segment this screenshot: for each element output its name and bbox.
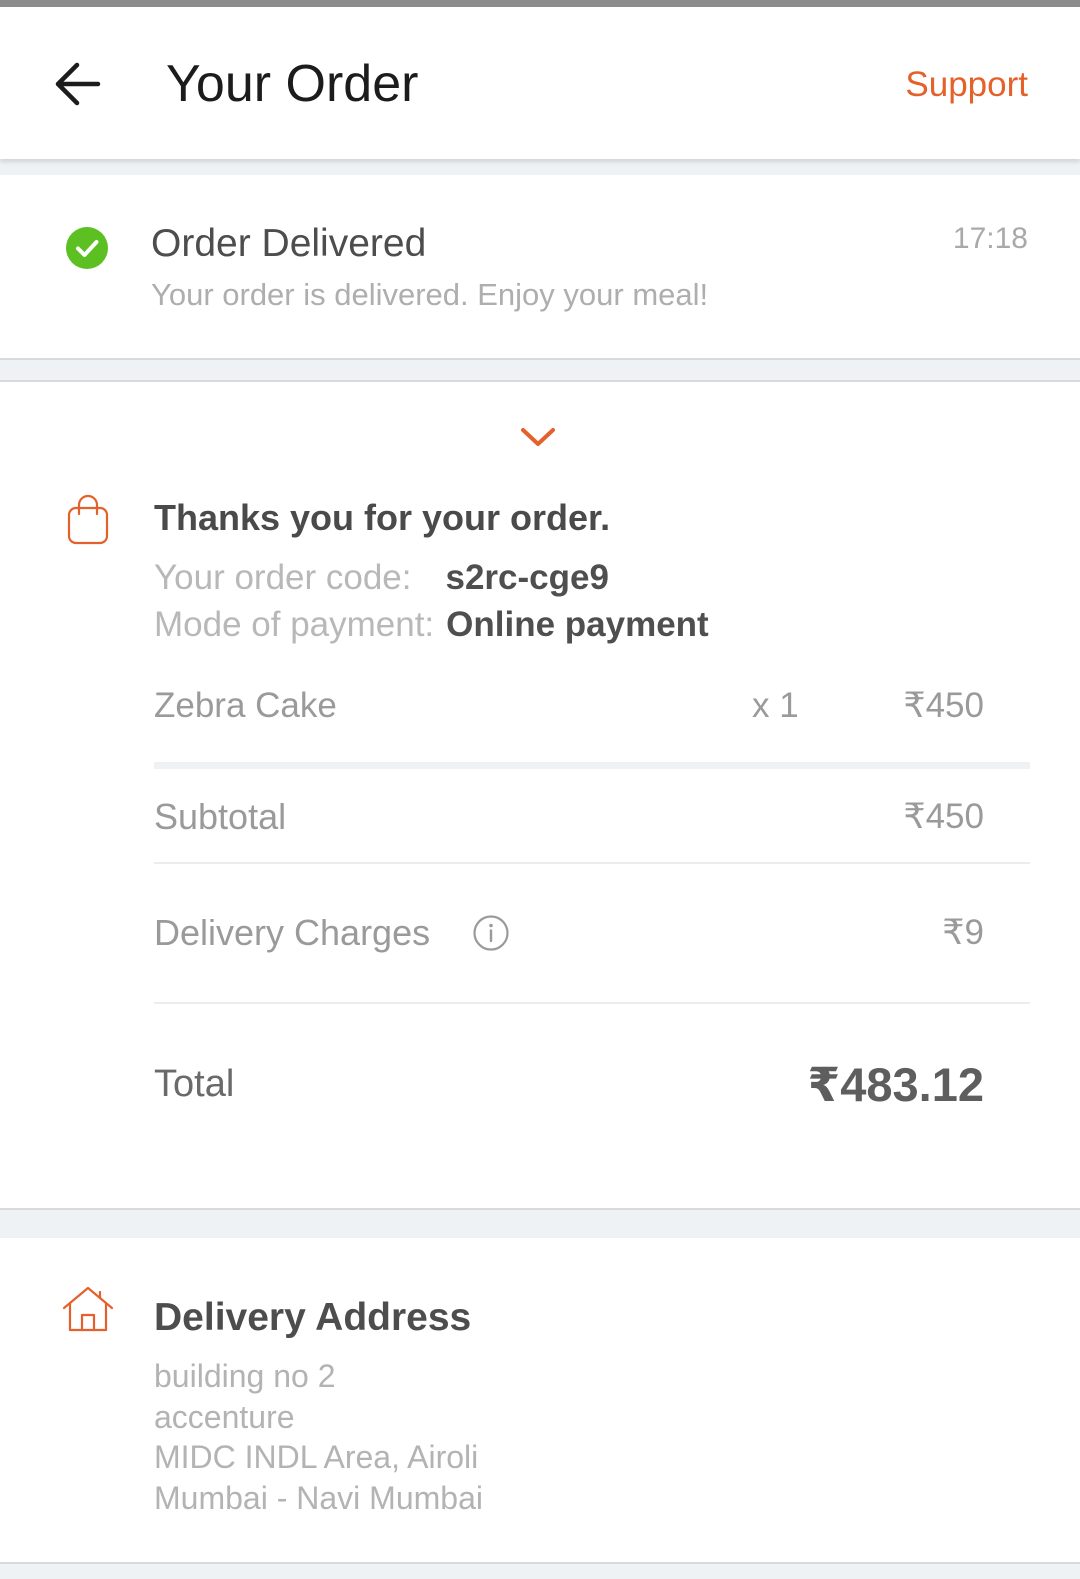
status-bar-edge: [0, 0, 1080, 7]
items-divider: [154, 762, 1030, 769]
shopping-bag-icon: [67, 494, 109, 545]
order-status-card: Order Delivered 17:18 Your order is deli…: [0, 175, 1080, 360]
payment-mode-label: Mode of payment:: [154, 605, 435, 644]
order-thanks-heading: Thanks you for your order.: [154, 497, 611, 538]
order-code-value: s2rc-cge9: [445, 558, 609, 597]
item-quantity: x 1: [752, 686, 799, 725]
status-title: Order Delivered: [151, 222, 427, 265]
address-line: accenture: [154, 1398, 295, 1435]
delivery-address-title: Delivery Address: [154, 1296, 472, 1339]
status-time: 17:18: [952, 222, 1028, 255]
payment-mode-value: Online payment: [446, 605, 709, 644]
address-line: MIDC INDL Area, Airoli: [154, 1439, 479, 1475]
address-line: building no 2: [154, 1358, 336, 1394]
delivery-charges-label: Delivery Charges: [154, 912, 431, 953]
subtotal-value: ₹450: [903, 797, 984, 836]
address-line: Mumbai - Navi Mumbai: [154, 1479, 483, 1516]
payment-mode-row: Mode of payment: Online payment: [154, 603, 709, 647]
order-code-row: Your order code: s2rc-cge9: [154, 556, 609, 600]
subtotal-row: Subtotal ₹450: [154, 794, 984, 844]
total-row: Total ₹483.12: [154, 1056, 984, 1116]
order-details-card: Thanks you for your order. Your order co…: [0, 380, 1080, 1210]
delivery-charges-value: ₹9: [942, 913, 984, 952]
item-name: Zebra Cake: [154, 686, 337, 725]
support-link[interactable]: Support: [905, 63, 1028, 107]
total-label: Total: [154, 1063, 235, 1105]
list-item: Zebra Cake x 1 ₹450: [154, 684, 984, 730]
delivery-address-lines: building no 2 accenture MIDC INDL Area, …: [154, 1356, 483, 1518]
total-value: ₹483.12: [807, 1058, 984, 1111]
arrow-left-icon: [55, 62, 101, 106]
app-header: Your Order Support: [0, 7, 1080, 159]
page-title: Your Order: [166, 55, 419, 113]
info-icon[interactable]: [472, 914, 510, 952]
divider: [154, 1002, 1030, 1004]
chevron-down-icon[interactable]: [520, 425, 556, 449]
item-price: ₹450: [903, 686, 984, 725]
subtotal-label: Subtotal: [154, 796, 287, 837]
delivery-address-card: Delivery Address building no 2 accenture…: [0, 1238, 1080, 1564]
divider: [154, 862, 1030, 864]
delivery-charges-row: Delivery Charges ₹9: [154, 910, 984, 960]
order-code-label: Your order code:: [154, 558, 412, 597]
status-subtitle: Your order is delivered. Enjoy your meal…: [151, 277, 709, 312]
home-icon: [62, 1286, 114, 1332]
back-button[interactable]: [50, 57, 106, 113]
check-circle-icon: [66, 227, 108, 269]
